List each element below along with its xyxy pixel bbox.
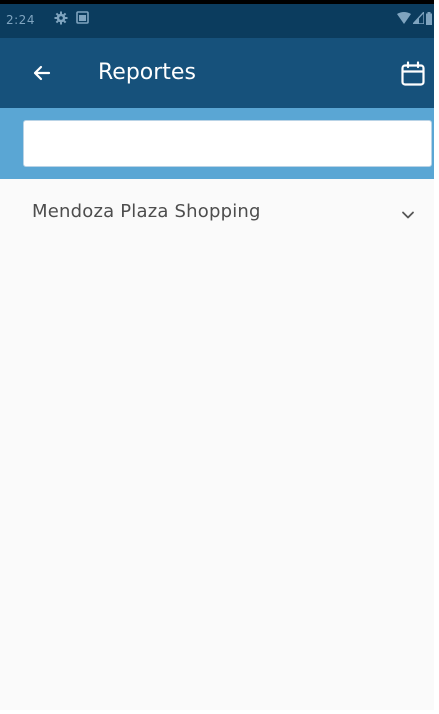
- app-screen: 2:24 Reportes Mendoza Plaza Shopping: [0, 0, 434, 714]
- screen-edge-right: [434, 0, 439, 714]
- list-item-label: Mendoza Plaza Shopping: [32, 201, 261, 222]
- chevron-down-icon[interactable]: [400, 207, 416, 223]
- search-input[interactable]: [23, 120, 432, 167]
- status-time: 2:24: [6, 13, 35, 27]
- battery-icon: [426, 11, 432, 25]
- screen-edge-bottom: [0, 710, 434, 714]
- list-item-mendoza-plaza-shopping[interactable]: Mendoza Plaza Shopping: [0, 192, 434, 236]
- page-title: Reportes: [98, 60, 196, 85]
- image-icon: [76, 11, 89, 24]
- app-bar: Reportes: [0, 38, 434, 108]
- status-bar: 2:24: [0, 0, 434, 38]
- search-band: [0, 108, 434, 179]
- signal-icon: [413, 12, 424, 24]
- wifi-icon: [397, 12, 411, 24]
- status-indicators: [397, 11, 432, 25]
- arrow-left-icon[interactable]: [30, 61, 54, 85]
- calendar-icon[interactable]: [400, 61, 426, 87]
- gear-icon: [54, 11, 68, 25]
